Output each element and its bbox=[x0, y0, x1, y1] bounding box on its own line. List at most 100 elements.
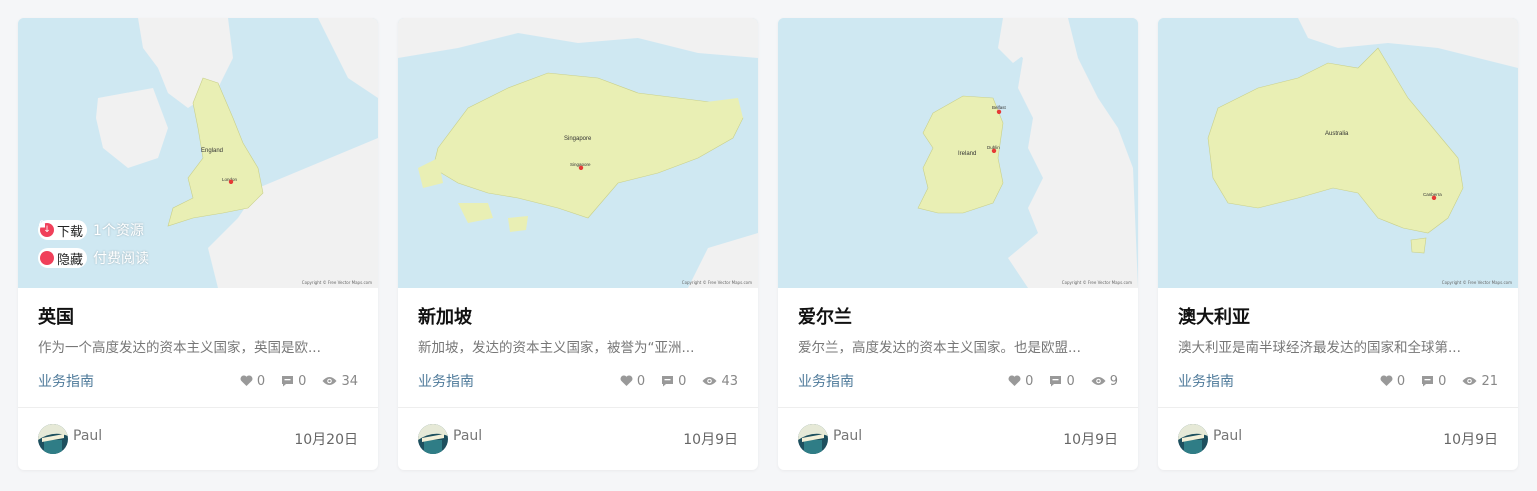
post-card[interactable]: Ireland Belfast Dublin Copyright © Free … bbox=[778, 18, 1138, 470]
comment-count: 0 bbox=[1438, 373, 1447, 389]
download-badge-label: 下载 bbox=[57, 224, 84, 240]
eye-icon bbox=[702, 377, 717, 385]
map-copyright: Copyright © Free Vector Maps.com bbox=[1061, 280, 1132, 285]
post-meta: 业务指南 0 0 34 bbox=[38, 371, 358, 391]
comment-icon bbox=[662, 376, 674, 387]
eye-icon bbox=[322, 377, 337, 385]
avatar[interactable] bbox=[38, 424, 68, 454]
post-stats: 0 0 43 bbox=[620, 374, 738, 389]
post-stats: 0 0 21 bbox=[1380, 374, 1498, 389]
hidden-badge[interactable]: 隐藏 bbox=[38, 220, 88, 268]
author-info[interactable]: Paul bbox=[38, 424, 102, 454]
post-excerpt: 澳大利亚是南半球经济最发达的国家和全球第... bbox=[1178, 340, 1461, 356]
map-city-label: Belfast bbox=[992, 105, 1007, 110]
card-divider bbox=[1158, 407, 1518, 408]
comment-count: 0 bbox=[678, 373, 687, 389]
author-info[interactable]: Paul bbox=[1178, 424, 1242, 454]
post-card[interactable]: Australia Canberra Copyright © Free Vect… bbox=[1158, 18, 1518, 470]
map-region-label: England bbox=[201, 148, 223, 154]
author-info[interactable]: Paul bbox=[418, 424, 482, 454]
badge-row: ↓ 下载 1个资源 bbox=[38, 220, 149, 240]
category-link[interactable]: 业务指南 bbox=[1178, 371, 1234, 391]
post-footer: Paul 10月9日 bbox=[1178, 423, 1498, 455]
post-thumbnail-map[interactable]: Australia Canberra Copyright © Free Vect… bbox=[1158, 18, 1518, 288]
post-title[interactable]: 爱尔兰 bbox=[798, 303, 1118, 328]
hidden-badge-label: 隐藏 bbox=[57, 252, 84, 268]
post-stats: 0 0 9 bbox=[1008, 374, 1118, 389]
author-info[interactable]: Paul bbox=[798, 424, 862, 454]
eye-icon bbox=[1091, 377, 1106, 385]
post-date: 10月9日 bbox=[683, 432, 738, 448]
post-card[interactable]: Singapore Singapore Copyright © Free Vec… bbox=[398, 18, 758, 470]
card-divider bbox=[778, 407, 1138, 408]
heart-icon bbox=[620, 375, 633, 386]
post-meta: 业务指南 0 0 43 bbox=[418, 371, 738, 391]
comment-icon bbox=[1050, 376, 1062, 387]
author-name[interactable]: Paul bbox=[73, 428, 102, 444]
paid-reading-note: 付费阅读 bbox=[93, 251, 150, 267]
post-date: 10月9日 bbox=[1063, 432, 1118, 448]
category-link[interactable]: 业务指南 bbox=[38, 371, 94, 391]
post-card[interactable]: England London ↓ 下载 1个资源 隐藏 付费阅读 Copyrig… bbox=[18, 18, 378, 470]
post-excerpt: 作为一个高度发达的资本主义国家，英国是欧... bbox=[38, 340, 321, 356]
map-region-label: Ireland bbox=[958, 151, 976, 157]
map-copyright: Copyright © Free Vector Maps.com bbox=[301, 280, 372, 285]
like-stat[interactable]: 0 bbox=[620, 374, 645, 389]
like-stat[interactable]: 0 bbox=[1008, 374, 1033, 389]
comment-stat[interactable]: 0 bbox=[1421, 374, 1446, 389]
post-date: 10月9日 bbox=[1443, 432, 1498, 448]
eye-icon bbox=[1462, 377, 1477, 385]
map-copyright: Copyright © Free Vector Maps.com bbox=[681, 280, 752, 285]
author-name[interactable]: Paul bbox=[1213, 428, 1242, 444]
view-stat: 21 bbox=[1462, 374, 1498, 389]
like-stat[interactable]: 0 bbox=[1380, 374, 1405, 389]
view-count: 34 bbox=[341, 373, 358, 389]
avatar[interactable] bbox=[1178, 424, 1208, 454]
comment-icon bbox=[1422, 376, 1434, 387]
post-excerpt: 新加坡，发达的资本主义国家，被誉为“亚洲... bbox=[418, 340, 695, 356]
post-meta: 业务指南 0 0 21 bbox=[1178, 371, 1498, 391]
avatar[interactable] bbox=[798, 424, 828, 454]
view-stat: 43 bbox=[702, 374, 738, 389]
resource-count: 1个资源 bbox=[93, 223, 144, 239]
heart-icon bbox=[1380, 375, 1393, 386]
like-count: 0 bbox=[256, 373, 266, 389]
like-stat[interactable]: 0 bbox=[240, 374, 265, 389]
author-name[interactable]: Paul bbox=[453, 428, 482, 444]
card-divider bbox=[398, 407, 758, 408]
post-stats: 0 0 34 bbox=[240, 374, 358, 389]
post-title[interactable]: 英国 bbox=[38, 303, 358, 328]
heart-icon bbox=[1008, 375, 1021, 386]
comment-count: 0 bbox=[1066, 373, 1075, 389]
like-count: 0 bbox=[636, 373, 646, 389]
post-footer: Paul 10月9日 bbox=[418, 423, 738, 455]
card-divider bbox=[18, 407, 378, 408]
badge-row: 隐藏 付费阅读 bbox=[38, 220, 150, 268]
post-footer: Paul 10月9日 bbox=[798, 423, 1118, 455]
comment-count: 0 bbox=[298, 373, 307, 389]
post-badges: ↓ 下载 1个资源 隐藏 付费阅读 bbox=[38, 220, 149, 276]
post-grid: England London ↓ 下载 1个资源 隐藏 付费阅读 Copyrig… bbox=[18, 18, 1518, 470]
comment-stat[interactable]: 0 bbox=[281, 374, 306, 389]
author-name[interactable]: Paul bbox=[833, 428, 862, 444]
category-link[interactable]: 业务指南 bbox=[418, 371, 474, 391]
post-excerpt: 爱尔兰，高度发达的资本主义国家。也是欧盟... bbox=[798, 340, 1081, 356]
post-meta: 业务指南 0 0 9 bbox=[798, 371, 1118, 391]
post-thumbnail-map[interactable]: Singapore Singapore Copyright © Free Vec… bbox=[398, 18, 758, 288]
comment-stat[interactable]: 0 bbox=[661, 374, 686, 389]
category-link[interactable]: 业务指南 bbox=[798, 371, 854, 391]
comment-stat[interactable]: 0 bbox=[1049, 373, 1075, 389]
view-count: 21 bbox=[1481, 373, 1498, 389]
view-stat: 34 bbox=[322, 374, 358, 389]
avatar[interactable] bbox=[418, 424, 448, 454]
post-title[interactable]: 新加坡 bbox=[418, 303, 738, 328]
heart-icon bbox=[240, 375, 253, 386]
view-count: 9 bbox=[1109, 373, 1118, 389]
post-thumbnail-map[interactable]: Ireland Belfast Dublin Copyright © Free … bbox=[778, 18, 1138, 288]
view-count: 43 bbox=[721, 373, 738, 389]
post-thumbnail-map[interactable]: England London ↓ 下载 1个资源 隐藏 付费阅读 Copyrig… bbox=[18, 18, 378, 288]
post-title[interactable]: 澳大利亚 bbox=[1178, 303, 1498, 328]
like-count: 0 bbox=[1025, 373, 1034, 389]
like-count: 0 bbox=[1396, 373, 1406, 389]
post-footer: Paul 10月20日 bbox=[38, 423, 358, 455]
